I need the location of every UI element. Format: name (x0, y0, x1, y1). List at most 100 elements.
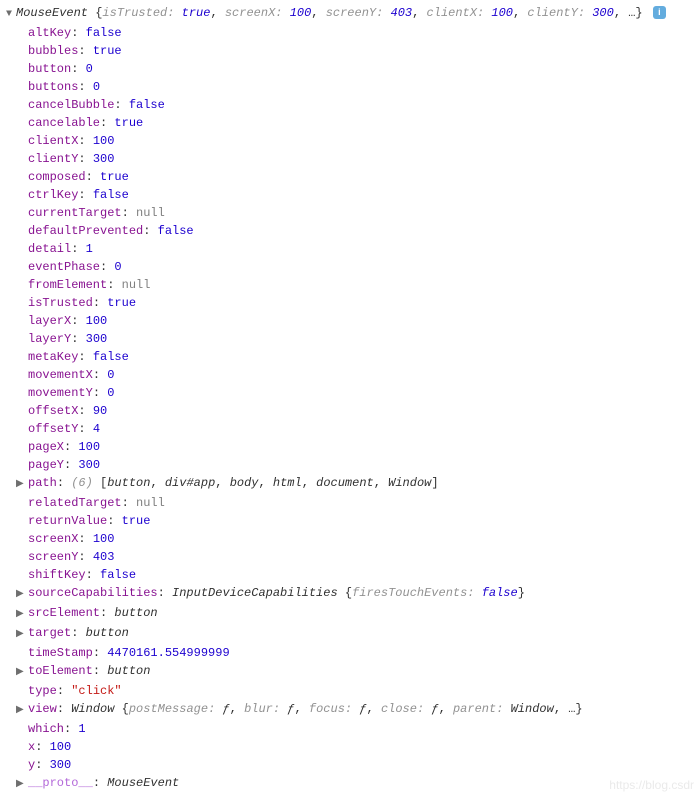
class-name: MouseEvent (16, 6, 88, 20)
property-key: button (28, 62, 71, 76)
property-value: null (136, 206, 165, 220)
property-value: 100 (93, 134, 115, 148)
property-value: true (107, 296, 136, 310)
property-row: returnValue: true (28, 512, 698, 530)
property-key: clientX (28, 134, 78, 148)
info-icon[interactable]: i (653, 6, 666, 19)
property-key: screenX (28, 532, 78, 546)
property-key: currentTarget (28, 206, 122, 220)
property-key: movementX (28, 368, 93, 382)
property-key: type (28, 684, 57, 698)
property-value: 100 (86, 314, 108, 328)
property-value: button (114, 606, 157, 620)
property-key: pageX (28, 440, 64, 454)
property-key: pageY (28, 458, 64, 472)
property-row: movementX: 0 (28, 366, 698, 384)
property-row: isTrusted: true (28, 294, 698, 312)
property-key: path (28, 476, 57, 490)
object-header-row[interactable]: MouseEvent {isTrusted: true, screenX: 10… (6, 4, 698, 24)
property-value: 1 (86, 242, 93, 256)
expand-toggle-icon[interactable] (6, 6, 16, 24)
property-value: true (114, 116, 143, 130)
property-key: screenY (28, 550, 78, 564)
property-key: returnValue (28, 514, 107, 528)
property-row: defaultPrevented: false (28, 222, 698, 240)
property-value: 1 (78, 722, 85, 736)
property-value: 0 (86, 62, 93, 76)
property-value: 0 (107, 386, 114, 400)
property-key: timeStamp (28, 646, 93, 660)
property-row: buttons: 0 (28, 78, 698, 96)
property-key: relatedTarget (28, 496, 122, 510)
property-value: false (93, 350, 129, 364)
property-key: y (28, 758, 35, 772)
property-row: pageX: 100 (28, 438, 698, 456)
property-value: null (136, 496, 165, 510)
expand-toggle-icon[interactable] (16, 702, 26, 720)
property-value: true (122, 514, 151, 528)
property-row: pageY: 300 (28, 456, 698, 474)
property-value: button (86, 626, 129, 640)
property-key: defaultPrevented (28, 224, 143, 238)
property-value: false (86, 26, 122, 40)
property-row[interactable]: __proto__: MouseEvent (28, 774, 698, 794)
expand-toggle-icon[interactable] (16, 626, 26, 644)
property-key: metaKey (28, 350, 78, 364)
expand-toggle-icon[interactable] (16, 606, 26, 624)
property-row: metaKey: false (28, 348, 698, 366)
property-row[interactable]: toElement: button (28, 662, 698, 682)
property-value: 0 (107, 368, 114, 382)
property-key: __proto__ (28, 776, 93, 790)
property-value: (6) [button, div#app, body, html, docume… (71, 476, 438, 490)
property-key: fromElement (28, 278, 107, 292)
property-key: view (28, 702, 57, 716)
property-key: toElement (28, 664, 93, 678)
property-key: cancelBubble (28, 98, 114, 112)
property-value: true (100, 170, 129, 184)
property-row: cancelBubble: false (28, 96, 698, 114)
property-row: composed: true (28, 168, 698, 186)
property-value: 0 (93, 80, 100, 94)
property-row[interactable]: view: Window {postMessage: ƒ, blur: ƒ, f… (28, 700, 698, 720)
property-row: cancelable: true (28, 114, 698, 132)
property-key: movementY (28, 386, 93, 400)
property-value: 100 (93, 532, 115, 546)
property-row: clientY: 300 (28, 150, 698, 168)
property-row: bubbles: true (28, 42, 698, 60)
property-key: ctrlKey (28, 188, 78, 202)
property-row: offsetX: 90 (28, 402, 698, 420)
expand-toggle-icon[interactable] (16, 776, 26, 794)
property-key: composed (28, 170, 86, 184)
property-value: false (93, 188, 129, 202)
property-row: screenY: 403 (28, 548, 698, 566)
property-key: detail (28, 242, 71, 256)
property-value: null (122, 278, 151, 292)
property-key: sourceCapabilities (28, 586, 158, 600)
property-value: "click" (71, 684, 121, 698)
property-key: offsetX (28, 404, 78, 418)
property-row[interactable]: sourceCapabilities: InputDeviceCapabilit… (28, 584, 698, 604)
property-row: currentTarget: null (28, 204, 698, 222)
property-value: 100 (78, 440, 100, 454)
property-row: fromElement: null (28, 276, 698, 294)
expand-toggle-icon[interactable] (16, 664, 26, 682)
expand-toggle-icon[interactable] (16, 476, 26, 494)
property-value: 300 (50, 758, 72, 772)
property-row: layerY: 300 (28, 330, 698, 348)
property-key: offsetY (28, 422, 78, 436)
property-row: relatedTarget: null (28, 494, 698, 512)
property-value: 300 (78, 458, 100, 472)
expand-toggle-icon[interactable] (16, 586, 26, 604)
property-key: target (28, 626, 71, 640)
property-row[interactable]: srcElement: button (28, 604, 698, 624)
property-row[interactable]: target: button (28, 624, 698, 644)
property-key: isTrusted (28, 296, 93, 310)
property-key: clientY (28, 152, 78, 166)
property-row[interactable]: path: (6) [button, div#app, body, html, … (28, 474, 698, 494)
property-value: 403 (93, 550, 115, 564)
property-row: screenX: 100 (28, 530, 698, 548)
property-row: timeStamp: 4470161.554999999 (28, 644, 698, 662)
property-key: which (28, 722, 64, 736)
property-row: x: 100 (28, 738, 698, 756)
property-row: shiftKey: false (28, 566, 698, 584)
